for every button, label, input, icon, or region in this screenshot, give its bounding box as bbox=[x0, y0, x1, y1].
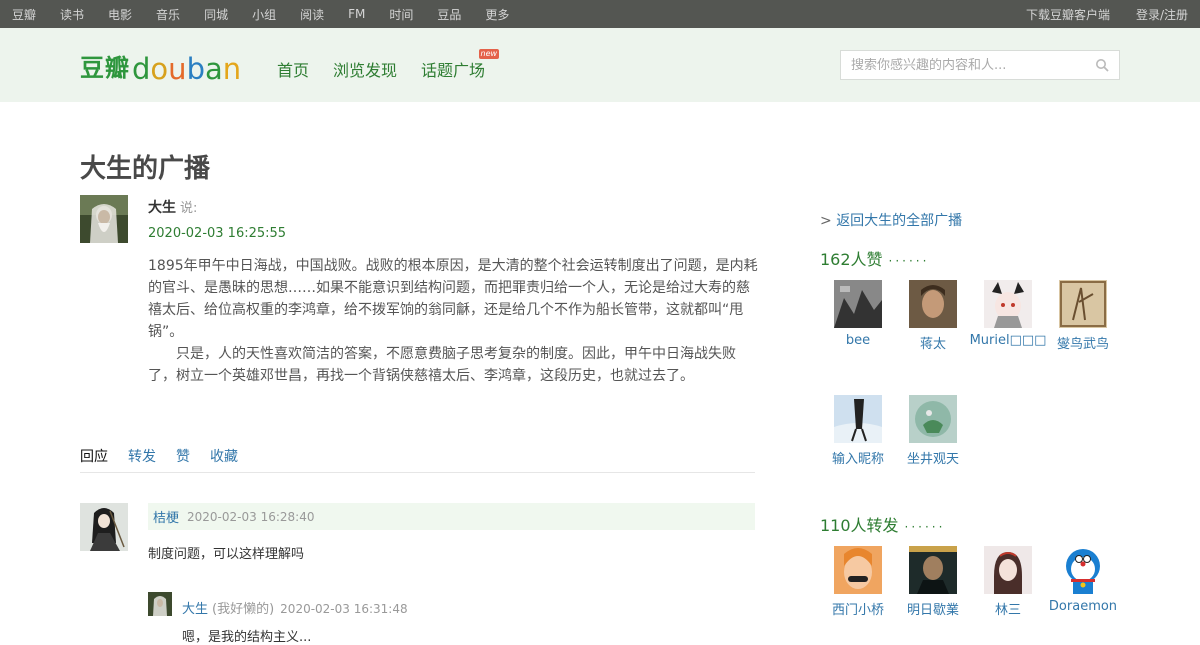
sharer-name: 明日歇業 bbox=[906, 603, 959, 618]
sharer-2[interactable]: 明日歇業 bbox=[893, 546, 973, 618]
sharer-name: 林三 bbox=[994, 603, 1021, 618]
commenter-name[interactable]: 桔梗 bbox=[153, 507, 179, 526]
liker-3[interactable]: Muriel□□□ bbox=[968, 280, 1048, 348]
reply-avatar[interactable] bbox=[148, 592, 172, 616]
status-paragraph-2: 只是，人的天性喜欢简洁的答案，不愿意费脑子思考复杂的制度。因此，甲午中日海战失败… bbox=[148, 346, 736, 384]
logo-en-text: douban bbox=[132, 52, 242, 86]
likes-section-title: 162人赞 ······ bbox=[820, 246, 929, 270]
liker-2[interactable]: 蒋太 bbox=[893, 280, 973, 352]
logo-cn-text: 豆瓣 bbox=[80, 54, 130, 82]
sharer-avatar bbox=[1059, 546, 1107, 594]
topbar-link-read[interactable]: 阅读 bbox=[300, 6, 324, 23]
liker-6[interactable]: 坐井观天 bbox=[893, 395, 973, 467]
comment-timestamp: 2020-02-03 16:28:40 bbox=[187, 509, 315, 524]
action-tabs: 回应 转发 赞 收藏 bbox=[80, 446, 755, 473]
shares-more-link[interactable]: ······ bbox=[905, 520, 946, 534]
author-line: 大生 说: bbox=[148, 197, 197, 217]
status-body: 1895年甲午中日海战，中国战败。战败的根本原因，是大清的整个社会运转制度出了问… bbox=[148, 255, 758, 387]
commenter-avatar[interactable] bbox=[80, 503, 128, 551]
login-register-link[interactable]: 登录/注册 bbox=[1136, 6, 1188, 23]
reply-timestamp: 2020-02-03 16:31:48 bbox=[280, 602, 408, 616]
douban-logo[interactable]: 豆瓣 douban bbox=[80, 46, 242, 86]
liker-avatar bbox=[834, 280, 882, 328]
topbar-sites: 豆瓣 读书 电影 音乐 同城 小组 阅读 FM 时间 豆品 更多 bbox=[12, 6, 533, 23]
sharer-name: Doraemon bbox=[1048, 599, 1118, 614]
topbar-link-book[interactable]: 读书 bbox=[60, 6, 84, 23]
liker-avatar bbox=[1059, 280, 1107, 328]
topbar-link-more[interactable]: 更多 bbox=[485, 6, 509, 23]
liker-name: 输入昵称 bbox=[831, 452, 884, 467]
liker-1[interactable]: bee bbox=[818, 280, 898, 348]
comment-header: 桔梗 2020-02-03 16:28:40 bbox=[148, 503, 755, 530]
tab-like[interactable]: 赞 bbox=[176, 446, 190, 472]
reply-header: 大生 (我好懒的) 2020-02-03 16:31:48 bbox=[182, 598, 408, 617]
likes-count: 162人赞 bbox=[820, 250, 883, 269]
topbar-account: 下载豆瓣客户端 登录/注册 bbox=[1000, 6, 1188, 23]
liker-avatar bbox=[909, 280, 957, 328]
main-nav: 首页 浏览发现 话题广场 new bbox=[277, 49, 509, 81]
said-label: 说: bbox=[180, 201, 198, 216]
reply-author-note: (我好懒的) bbox=[212, 602, 275, 617]
tab-reply[interactable]: 回应 bbox=[80, 446, 108, 472]
liker-avatar bbox=[909, 395, 957, 443]
site-header: 豆瓣 douban 首页 浏览发现 话题广场 new bbox=[0, 28, 1200, 102]
liker-avatar bbox=[984, 280, 1032, 328]
status-paragraph-1: 1895年甲午中日海战，中国战败。战败的根本原因，是大清的整个社会运转制度出了问… bbox=[148, 258, 758, 340]
liker-name: 燮鸟武鸟 bbox=[1056, 337, 1109, 352]
topbar-link-music[interactable]: 音乐 bbox=[156, 6, 180, 23]
liker-avatar bbox=[834, 395, 882, 443]
liker-name: 坐井观天 bbox=[906, 452, 959, 467]
sharer-1[interactable]: 西门小桥 bbox=[818, 546, 898, 618]
author-avatar[interactable] bbox=[80, 195, 128, 243]
status-timestamp[interactable]: 2020-02-03 16:25:55 bbox=[148, 226, 286, 241]
back-to-all-posts-link[interactable]: > 返回大生的全部广播 bbox=[820, 210, 962, 230]
sharer-3[interactable]: 林三 bbox=[968, 546, 1048, 618]
author-name[interactable]: 大生 bbox=[148, 200, 176, 216]
sharer-avatar bbox=[834, 546, 882, 594]
sharer-name: 西门小桥 bbox=[831, 603, 884, 618]
tab-reshare[interactable]: 转发 bbox=[128, 446, 156, 472]
search-box bbox=[840, 50, 1120, 80]
tab-collect[interactable]: 收藏 bbox=[210, 446, 238, 472]
back-arrow: > bbox=[820, 213, 832, 229]
topbar-link-market[interactable]: 豆品 bbox=[437, 6, 461, 23]
new-badge: new bbox=[478, 49, 500, 59]
topbar-link-fm[interactable]: FM bbox=[348, 7, 365, 21]
sharer-avatar bbox=[909, 546, 957, 594]
download-app-link[interactable]: 下载豆瓣客户端 bbox=[1026, 6, 1110, 23]
reply-text: 嗯，是我的结构主义... bbox=[182, 630, 312, 645]
liker-name: bee bbox=[845, 333, 871, 348]
nav-home[interactable]: 首页 bbox=[277, 57, 309, 81]
page-title: 大生的广播 bbox=[80, 154, 211, 184]
nav-explore[interactable]: 浏览发现 bbox=[333, 57, 397, 81]
search-input[interactable] bbox=[851, 57, 1095, 73]
global-top-bar: 豆瓣 读书 电影 音乐 同城 小组 阅读 FM 时间 豆品 更多 下载豆瓣客户端… bbox=[0, 0, 1200, 28]
sharer-avatar bbox=[984, 546, 1032, 594]
topbar-link-group[interactable]: 小组 bbox=[252, 6, 276, 23]
topbar-link-location[interactable]: 同城 bbox=[204, 6, 228, 23]
back-link-label: 返回大生的全部广播 bbox=[836, 213, 963, 229]
reply-author-name[interactable]: 大生 bbox=[182, 602, 208, 617]
topbar-link-movie[interactable]: 电影 bbox=[108, 6, 132, 23]
sharer-4[interactable]: Doraemon bbox=[1043, 546, 1123, 614]
nav-topics-label: 话题广场 bbox=[421, 61, 486, 80]
liker-4[interactable]: 燮鸟武鸟 bbox=[1043, 280, 1123, 352]
liker-name: 蒋太 bbox=[919, 337, 946, 352]
comment-text: 制度问题，可以这样理解吗 bbox=[148, 547, 305, 562]
topbar-link-douban[interactable]: 豆瓣 bbox=[12, 6, 36, 23]
topbar-link-time[interactable]: 时间 bbox=[389, 6, 413, 23]
nav-topics[interactable]: 话题广场 new bbox=[421, 49, 500, 81]
likes-more-link[interactable]: ······ bbox=[889, 254, 930, 268]
shares-count: 110人转发 bbox=[820, 516, 899, 535]
search-icon[interactable] bbox=[1095, 58, 1109, 72]
liker-5[interactable]: 输入昵称 bbox=[818, 395, 898, 467]
shares-section-title: 110人转发 ······ bbox=[820, 512, 945, 536]
liker-name: Muriel□□□ bbox=[969, 333, 1047, 348]
